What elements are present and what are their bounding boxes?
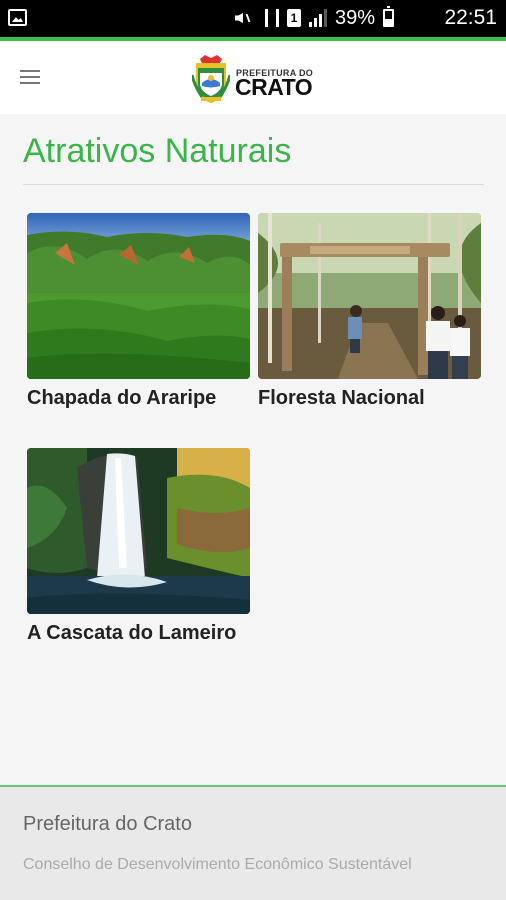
card-label: A Cascata do Lameiro	[27, 622, 237, 644]
battery-percent: 39%	[334, 6, 375, 29]
battery-icon	[383, 6, 394, 27]
logo-big-text: CRATO	[235, 74, 313, 100]
attraction-card[interactable]: A Cascata do Lameiro	[27, 448, 250, 645]
vibrate-mute-icon	[235, 10, 257, 26]
footer-title: Prefeitura do Crato	[23, 813, 192, 835]
sim-icon: 1	[286, 9, 301, 27]
card-label: Chapada do Araripe	[27, 387, 217, 409]
prefeitura-logo[interactable]: PREFEITURA DO CRATO	[192, 51, 322, 105]
cascata-image	[27, 448, 250, 614]
floresta-image	[258, 213, 481, 379]
app-header: PREFEITURA DO CRATO	[0, 41, 506, 114]
clock: 22:51	[444, 6, 497, 29]
mobile-data-icon	[264, 9, 279, 27]
attraction-card[interactable]: Chapada do Araripe	[27, 213, 250, 410]
status-bar: 1 39% 22:51	[0, 0, 506, 37]
screenshot-notification-icon	[8, 9, 27, 26]
attraction-card[interactable]: Floresta Nacional	[258, 213, 481, 410]
title-divider	[23, 184, 484, 185]
footer: Prefeitura do Crato Conselho de Desenvol…	[0, 785, 506, 900]
crest-icon	[192, 55, 230, 103]
hamburger-menu-icon[interactable]	[20, 70, 40, 84]
card-label: Floresta Nacional	[258, 387, 425, 409]
chapada-image	[27, 213, 250, 379]
signal-strength-icon	[308, 9, 327, 27]
page-title: Atrativos Naturais	[23, 132, 292, 170]
status-icons: 1 39%	[235, 6, 394, 29]
footer-subtitle: Conselho de Desenvolvimento Econômico Su…	[23, 856, 412, 873]
